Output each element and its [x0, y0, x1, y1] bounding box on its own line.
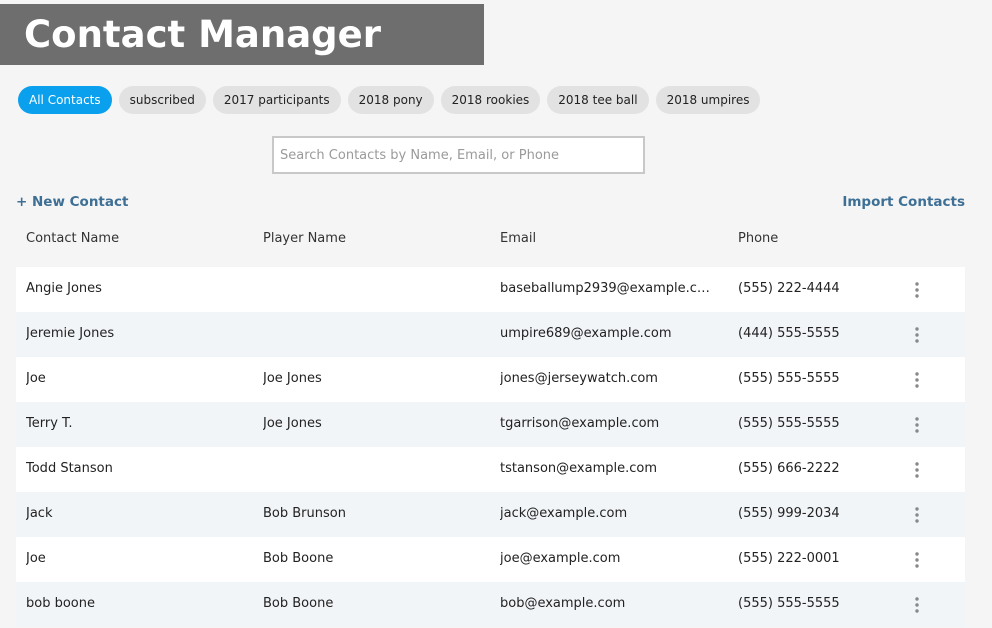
contact-email: umpire689@example.com [500, 326, 672, 341]
table-row[interactable]: bob boone Bob Boone bob@example.com (555… [16, 582, 965, 627]
contact-email: jack@example.com [500, 506, 628, 521]
contact-phone: (555) 555-5555 [738, 416, 840, 431]
tag-all-contacts[interactable]: All Contacts [18, 86, 112, 114]
more-vertical-icon[interactable] [911, 370, 923, 390]
table-row[interactable]: Jack Bob Brunson jack@example.com (555) … [16, 492, 965, 537]
contact-phone: (555) 555-5555 [738, 596, 840, 611]
contact-name: bob boone [26, 596, 95, 611]
contact-phone: (555) 666-2222 [738, 461, 840, 476]
contact-email: jones@jerseywatch.com [500, 371, 658, 386]
tag-filter-bar: All Contacts subscribed 2017 participant… [18, 86, 761, 114]
more-vertical-icon[interactable] [911, 595, 923, 615]
more-vertical-icon[interactable] [911, 280, 923, 300]
column-header-player-name[interactable]: Player Name [263, 231, 346, 246]
contact-phone: (555) 222-4444 [738, 281, 840, 296]
player-name: Joe Jones [263, 371, 322, 386]
new-contact-link[interactable]: + New Contact [16, 194, 128, 210]
contact-email: tgarrison@example.com [500, 416, 660, 431]
player-name: Bob Boone [263, 551, 334, 566]
page-title: Contact Manager [24, 13, 381, 56]
contact-name: Jack [26, 506, 53, 521]
more-vertical-icon[interactable] [911, 415, 923, 435]
player-name: Bob Brunson [263, 506, 346, 521]
table-row[interactable]: Angie Jones baseballump2939@example.c… (… [16, 267, 965, 312]
more-vertical-icon[interactable] [911, 460, 923, 480]
table-header: Contact Name Player Name Email Phone [16, 222, 965, 256]
player-name: Bob Boone [263, 596, 334, 611]
tag-subscribed[interactable]: subscribed [118, 86, 206, 114]
more-vertical-icon[interactable] [911, 505, 923, 525]
more-vertical-icon[interactable] [911, 550, 923, 570]
table-row[interactable]: Jeremie Jones umpire689@example.com (444… [16, 312, 965, 357]
tag-2017-participants[interactable]: 2017 participants [212, 86, 341, 114]
player-name: Joe Jones [263, 416, 322, 431]
contact-name: Joe [26, 551, 46, 566]
contact-name: Angie Jones [26, 281, 102, 296]
contacts-table: Angie Jones baseballump2939@example.c… (… [16, 267, 965, 627]
contact-phone: (555) 999-2034 [738, 506, 840, 521]
tag-2018-umpires[interactable]: 2018 umpires [655, 86, 761, 114]
table-row[interactable]: Todd Stanson tstanson@example.com (555) … [16, 447, 965, 492]
table-row[interactable]: Joe Joe Jones jones@jerseywatch.com (555… [16, 357, 965, 402]
contact-name: Todd Stanson [26, 461, 113, 476]
more-vertical-icon[interactable] [911, 325, 923, 345]
contact-name: Jeremie Jones [26, 326, 115, 341]
tag-2018-rookies[interactable]: 2018 rookies [440, 86, 541, 114]
title-banner: Contact Manager [0, 4, 484, 65]
contact-phone: (555) 555-5555 [738, 371, 840, 386]
column-header-phone[interactable]: Phone [738, 231, 778, 246]
contact-email: joe@example.com [500, 551, 621, 566]
contact-phone: (555) 222-0001 [738, 551, 840, 566]
tag-2018-tee-ball[interactable]: 2018 tee ball [547, 86, 649, 114]
column-header-contact-name[interactable]: Contact Name [26, 231, 119, 246]
column-header-email[interactable]: Email [500, 231, 536, 246]
contact-email: bob@example.com [500, 596, 626, 611]
contact-phone: (444) 555-5555 [738, 326, 840, 341]
search-input[interactable] [272, 136, 645, 174]
tag-2018-pony[interactable]: 2018 pony [347, 86, 434, 114]
contact-email: tstanson@example.com [500, 461, 657, 476]
contact-name: Terry T. [26, 416, 73, 431]
contact-name: Joe [26, 371, 46, 386]
table-row[interactable]: Terry T. Joe Jones tgarrison@example.com… [16, 402, 965, 447]
table-row[interactable]: Joe Bob Boone joe@example.com (555) 222-… [16, 537, 965, 582]
contact-email: baseballump2939@example.c… [500, 281, 710, 296]
import-contacts-link[interactable]: Import Contacts [842, 194, 965, 210]
